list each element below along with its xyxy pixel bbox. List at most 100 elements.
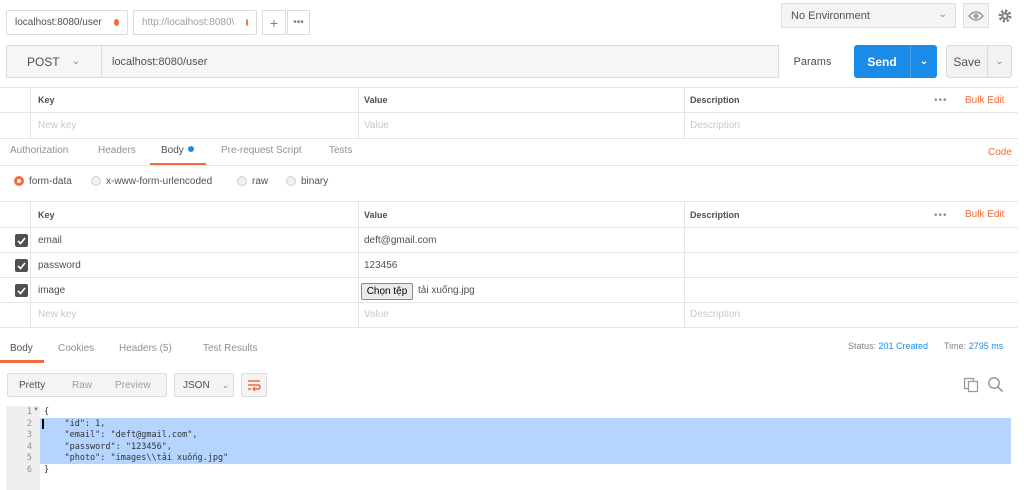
plus-icon: + [269, 14, 279, 31]
method-select[interactable]: POST ⌄ [6, 45, 102, 78]
format-tab-preview[interactable]: Preview [115, 373, 151, 397]
params-more-button[interactable]: ••• [934, 95, 948, 106]
radio-form-data-label[interactable]: form-data [29, 176, 72, 187]
active-response-tab-underline [0, 360, 44, 363]
radio-urlencoded[interactable] [91, 176, 101, 186]
form-more-button[interactable]: ••• [934, 210, 948, 221]
language-label: JSON [183, 379, 210, 391]
params-new-description-input[interactable]: Description [690, 120, 740, 131]
environment-select[interactable]: No Environment ⌄ [781, 3, 956, 28]
form-key-header: Key [38, 210, 55, 220]
divider [0, 227, 1018, 228]
code-line: "photo": "images\\tải xuống.jpg" [44, 453, 229, 463]
tab-tests[interactable]: Tests [329, 145, 352, 156]
radio-form-data[interactable] [14, 176, 24, 186]
search-button[interactable] [987, 376, 1004, 396]
save-label: Save [953, 54, 981, 69]
copy-button[interactable] [963, 377, 979, 396]
radio-urlencoded-label[interactable]: x-www-form-urlencoded [106, 176, 212, 187]
response-tab-cookies[interactable]: Cookies [58, 343, 94, 354]
row-checkbox-password[interactable] [15, 259, 28, 272]
divider [0, 138, 1018, 139]
method-label: POST [26, 54, 60, 69]
form-key-image[interactable]: image [38, 285, 65, 296]
form-new-description-input[interactable]: Description [690, 309, 740, 320]
radio-binary[interactable] [286, 176, 296, 186]
environment-settings-button[interactable] [992, 3, 1018, 28]
tab-pre-request-script[interactable]: Pre-request Script [221, 145, 302, 156]
save-button[interactable]: Save ⌄ [946, 45, 1012, 78]
radio-raw[interactable] [237, 176, 247, 186]
code-line: { [44, 407, 50, 417]
send-label: Send [867, 54, 897, 69]
url-input[interactable]: localhost:8080/user [112, 56, 207, 68]
tab-localhost-root[interactable]: http://localhost:8080\ [133, 10, 257, 35]
environment-label: No Environment [791, 9, 870, 22]
tab-localhost-user[interactable]: localhost:8080/user [6, 10, 128, 35]
divider [0, 277, 1018, 278]
environment-quick-look-button[interactable] [963, 3, 989, 28]
params-button[interactable]: Params [778, 45, 846, 78]
time-value: 2795 ms [968, 341, 1004, 351]
radio-raw-label[interactable]: raw [252, 176, 268, 187]
wrap-lines-button[interactable] [241, 373, 267, 397]
divider [0, 302, 1018, 303]
line-number: 3 [26, 430, 32, 440]
chevron-down-icon[interactable]: ⌄ [988, 56, 1011, 67]
copy-icon [963, 377, 979, 393]
send-button[interactable]: Send ⌄ [854, 45, 937, 78]
divider [0, 87, 1018, 88]
row-checkbox-email[interactable] [15, 234, 28, 247]
code-link[interactable]: Code [988, 147, 1012, 158]
chevron-down-icon: ⌄ [938, 9, 947, 20]
code-line: "email": "deft@gmail.com", [44, 430, 198, 440]
params-new-value-input[interactable]: Value [364, 120, 389, 131]
code-line: "password": "123456", [44, 442, 172, 452]
code-line: } [44, 465, 50, 475]
form-bulk-edit-link[interactable]: Bulk Edit [965, 209, 1004, 220]
form-description-header: Description [690, 210, 740, 220]
response-tab-test-results[interactable]: Test Results [203, 343, 257, 354]
search-icon [988, 377, 1004, 393]
line-number: 2 [26, 419, 32, 429]
row-checkbox-image[interactable] [15, 284, 28, 297]
form-value-email[interactable]: deft@gmail.com [364, 235, 436, 246]
params-bulk-edit-link[interactable]: Bulk Edit [965, 95, 1004, 106]
language-select[interactable]: JSON ⌄ [174, 373, 234, 397]
check-icon [17, 286, 26, 295]
chevron-down-icon: ⌄ [71, 56, 81, 67]
form-new-value-input[interactable]: Value [364, 309, 389, 320]
line-number: 5 [26, 453, 32, 463]
tab-authorization[interactable]: Authorization [10, 145, 68, 156]
form-new-key-input[interactable]: New key [38, 309, 76, 320]
time-label: Time: [944, 341, 967, 351]
line-number-gutter: 1 2 3 4 5 6 [6, 406, 40, 490]
format-tab-pretty[interactable]: Pretty [19, 373, 45, 397]
form-key-email[interactable]: email [38, 235, 62, 246]
form-value-header: Value [364, 210, 388, 220]
response-tab-headers[interactable]: Headers (5) [119, 343, 172, 354]
format-tab-raw[interactable]: Raw [72, 373, 92, 397]
new-tab-button[interactable]: + [262, 10, 286, 35]
form-value-password[interactable]: 123456 [364, 260, 397, 271]
response-tab-body[interactable]: Body [10, 343, 33, 354]
line-number: 6 [26, 465, 32, 475]
body-indicator-dot [187, 146, 194, 152]
divider [0, 201, 1018, 202]
divider [30, 201, 31, 327]
chevron-down-icon[interactable]: ⌄ [911, 56, 937, 67]
line-number: 4 [26, 442, 32, 452]
more-tabs-button[interactable]: ••• [287, 10, 310, 35]
tab-headers[interactable]: Headers [98, 145, 136, 156]
params-new-key-input[interactable]: New key [38, 120, 76, 131]
fold-arrow-icon[interactable]: ▼ [33, 407, 39, 413]
choose-file-button[interactable]: Chọn tệp [361, 283, 413, 300]
status-label: Status: [848, 341, 877, 351]
response-status: Status: 201 Created [848, 341, 928, 351]
ellipsis-icon: ••• [293, 17, 304, 28]
status-value: 201 Created [878, 341, 929, 351]
tab-body[interactable]: Body [161, 145, 194, 156]
form-key-password[interactable]: password [38, 260, 81, 271]
divider [0, 252, 1018, 253]
radio-binary-label[interactable]: binary [301, 176, 328, 187]
